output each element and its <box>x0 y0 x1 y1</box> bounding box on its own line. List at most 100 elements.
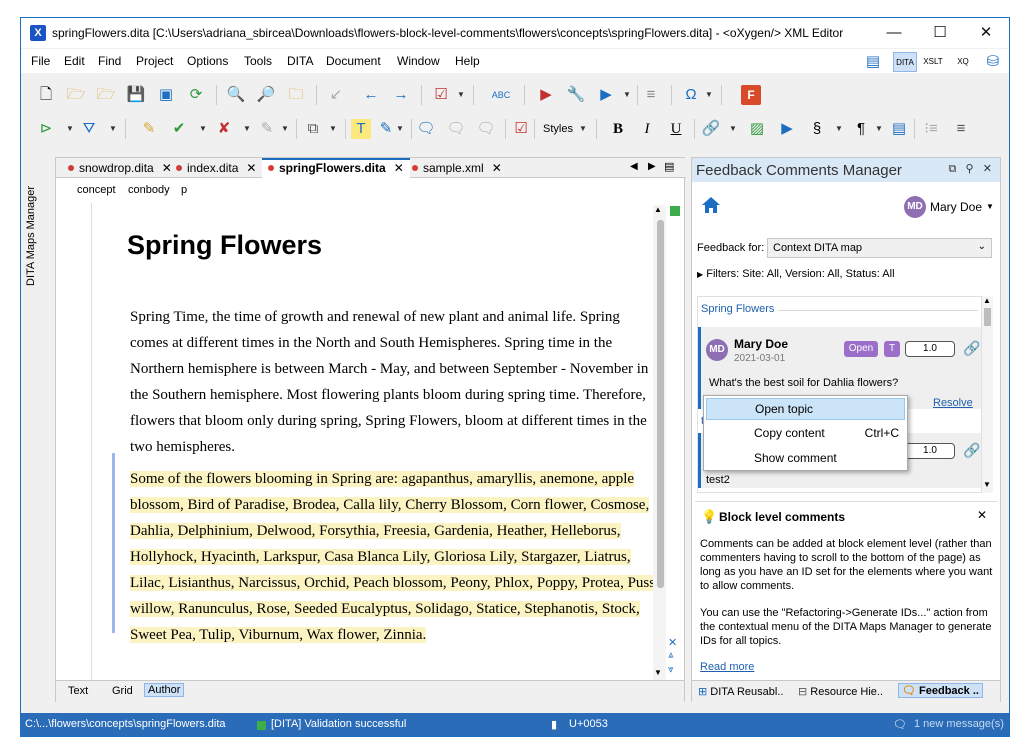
menu-window[interactable]: Window <box>397 54 440 68</box>
ordered-list-icon[interactable]: ⁝≡ <box>921 119 941 139</box>
open-url-icon[interactable]: 🗁 <box>96 85 116 105</box>
manage-tracked-changes-icon[interactable]: ☑ <box>511 119 531 139</box>
breadcrumb-item[interactable]: concept <box>77 184 116 196</box>
add-comment-icon[interactable]: 🗨 <box>416 119 436 139</box>
scrollbar-thumb[interactable] <box>984 308 991 326</box>
insert-media-icon[interactable]: ▶ <box>777 119 797 139</box>
tab-sample[interactable]: sample.xml ✕ <box>406 158 508 178</box>
tab-feedback[interactable]: 🗨 Feedback .. <box>898 683 983 698</box>
new-file-icon[interactable]: 🗋 <box>36 85 56 105</box>
scroll-down-icon[interactable]: ▼ <box>654 668 662 677</box>
insert-image-icon[interactable]: ▨ <box>747 119 767 139</box>
status-messages[interactable]: 1 new message(s) <box>914 718 1004 730</box>
permalink-icon[interactable]: 🔗 <box>963 442 980 459</box>
prev-marker-icon[interactable]: ⩓ <box>668 650 674 661</box>
comment-icon[interactable]: ✎ <box>257 119 277 139</box>
menu-help[interactable]: Help <box>455 54 480 68</box>
apply-scenarios-icon[interactable]: ▶ <box>596 85 616 105</box>
spell-check-icon[interactable]: ABC <box>491 85 511 105</box>
scrollbar-thumb[interactable] <box>657 220 664 588</box>
menu-tools[interactable]: Tools <box>244 54 272 68</box>
reject-change-icon[interactable]: ✘ <box>214 119 234 139</box>
remove-comment-icon[interactable]: 🗨 <box>476 119 496 139</box>
save-all-icon[interactable]: ▣ <box>156 85 176 105</box>
dita-maps-manager-strip[interactable]: DITA Maps Manager <box>23 158 47 293</box>
mode-author[interactable]: Author <box>144 683 185 697</box>
save-icon[interactable]: 💾 <box>126 85 146 105</box>
reject-dropdown-icon[interactable]: ▼ <box>243 119 251 139</box>
tab-index[interactable]: index.dita ✕ <box>170 158 262 178</box>
dita-map-icon[interactable]: ⊳ <box>36 119 56 139</box>
minimize-button[interactable]: — <box>871 18 917 48</box>
scroll-up-icon[interactable]: ▲ <box>983 296 991 305</box>
message-icon[interactable]: 🗨 <box>893 718 907 731</box>
resolve-link[interactable]: Resolve <box>933 397 973 409</box>
user-avatar[interactable]: MD <box>904 196 926 218</box>
highlight-icon[interactable]: T <box>351 119 371 139</box>
underline-icon[interactable]: U <box>666 119 686 139</box>
omega-icon[interactable]: Ω <box>681 85 701 105</box>
copy-dropdown-icon[interactable]: ▼ <box>329 119 337 139</box>
menu-options[interactable]: Options <box>187 54 228 68</box>
section-icon[interactable]: § <box>807 119 827 139</box>
breadcrumb-item[interactable]: conbody <box>128 184 170 196</box>
framemaker-icon[interactable]: F <box>741 85 761 105</box>
maximize-button[interactable]: ☐ <box>917 18 963 48</box>
permalink-icon[interactable]: 🔗 <box>963 340 980 357</box>
transform-dropdown-icon[interactable]: ▼ <box>623 85 631 105</box>
copy-icon[interactable]: ⧉ <box>303 119 323 139</box>
menu-item-open-topic[interactable]: Open topic <box>706 398 905 420</box>
transform-icon[interactable]: ▶ <box>536 85 556 105</box>
find-in-files-icon[interactable]: 🔎 <box>256 85 276 105</box>
user-dropdown-icon[interactable]: ▼ <box>986 202 994 211</box>
menu-project[interactable]: Project <box>136 54 173 68</box>
styles-dropdown-icon[interactable]: ▼ <box>579 119 587 139</box>
tab-resource-hierarchy[interactable]: ⊟ Resource Hie.. <box>798 685 883 698</box>
validate-icon[interactable]: ☑ <box>431 85 451 105</box>
filters-toggle[interactable]: ▶ Filters: Site: All, Version: All, Stat… <box>697 268 895 280</box>
highlight-dropdown-icon[interactable]: ▼ <box>396 119 404 139</box>
scroll-down-icon[interactable]: ▼ <box>983 480 991 489</box>
validate-dropdown-icon[interactable]: ▼ <box>457 85 465 105</box>
next-marker-icon[interactable]: ⩔ <box>668 664 674 675</box>
format-indent-icon[interactable]: ≡ <box>641 85 661 105</box>
menu-find[interactable]: Find <box>98 54 121 68</box>
filter-icon[interactable]: ⛛ <box>79 119 99 139</box>
perspective-dita-icon[interactable]: DITA <box>893 52 917 72</box>
insert-cross-ref-icon[interactable]: ▤ <box>889 119 909 139</box>
perspective-xslt-icon[interactable]: XSLT <box>923 52 943 72</box>
menu-dita[interactable]: DITA <box>287 54 313 68</box>
edit-comment-icon[interactable]: 🗨 <box>446 119 466 139</box>
tabs-right-arrow-icon[interactable]: ▶ <box>648 161 656 172</box>
comment-dropdown-icon[interactable]: ▼ <box>281 119 289 139</box>
thread-scrollbar[interactable]: ▲ ▼ <box>982 296 993 493</box>
bold-icon[interactable]: B <box>608 119 628 139</box>
open-find-resource-icon[interactable]: 🗀 <box>286 85 306 105</box>
menu-file[interactable]: File <box>31 54 50 68</box>
perspective-xquery-icon[interactable]: XQ <box>953 52 973 72</box>
link-dropdown-icon[interactable]: ▼ <box>729 119 737 139</box>
close-tab-icon[interactable]: ✕ <box>394 161 404 175</box>
scroll-up-icon[interactable]: ▲ <box>654 205 662 214</box>
thread-title[interactable]: Spring Flowers <box>701 303 774 315</box>
menu-document[interactable]: Document <box>326 54 381 68</box>
styles-label[interactable]: Styles <box>541 119 575 139</box>
configure-transform-icon[interactable]: 🔧 <box>566 85 586 105</box>
paragraph-dropdown-icon[interactable]: ▼ <box>875 119 883 139</box>
forward-icon[interactable]: → <box>391 85 411 105</box>
close-info-icon[interactable]: ✕ <box>977 508 987 522</box>
omega-dropdown-icon[interactable]: ▼ <box>705 85 713 105</box>
document-content[interactable]: Spring Flowers Spring Time, the time of … <box>91 203 663 683</box>
tabs-left-arrow-icon[interactable]: ◀ <box>630 161 638 172</box>
close-tab-icon[interactable]: ✕ <box>492 161 502 175</box>
perspective-editor-icon[interactable]: ▤ <box>863 52 883 72</box>
paragraph-icon[interactable]: ¶ <box>851 119 871 139</box>
menu-edit[interactable]: Edit <box>64 54 85 68</box>
mode-grid[interactable]: Grid <box>112 685 133 697</box>
tab-snowdrop[interactable]: snowdrop.dita ✕ <box>62 158 178 178</box>
user-name[interactable]: Mary Doe <box>930 200 982 214</box>
mode-text[interactable]: Text <box>68 685 88 697</box>
reload-icon[interactable]: ⟳ <box>186 85 206 105</box>
accept-change-icon[interactable]: ✔ <box>169 119 189 139</box>
clear-markers-icon[interactable]: ✕ <box>668 636 677 649</box>
